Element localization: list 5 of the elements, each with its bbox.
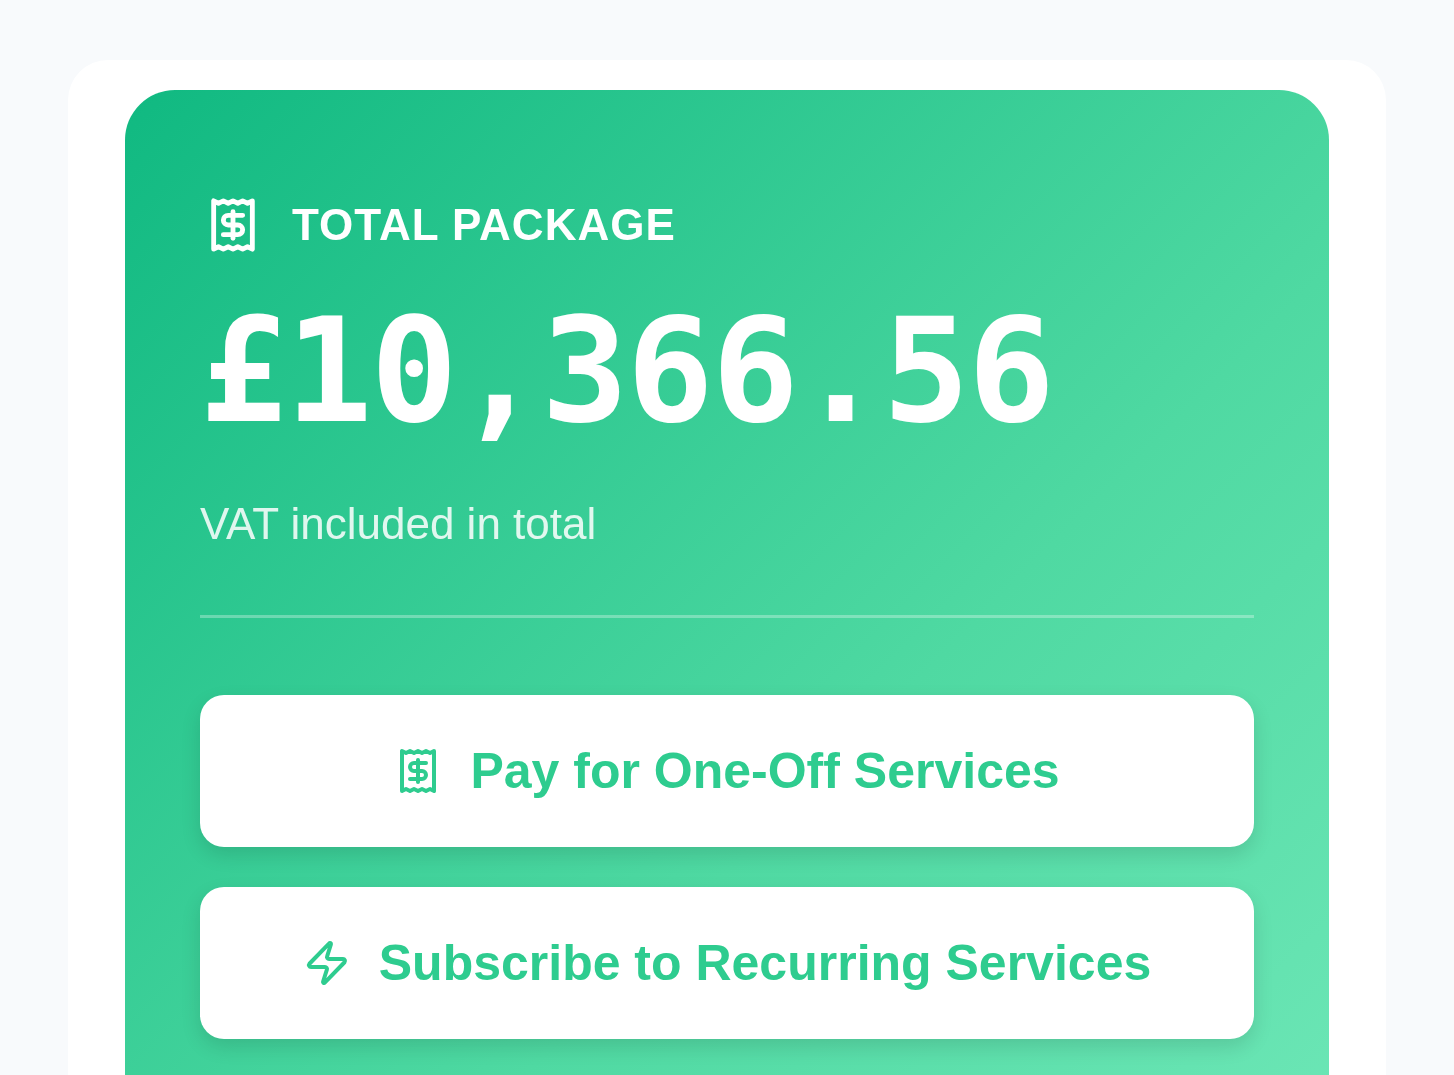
total-amount: £10,366.56: [200, 298, 1053, 443]
action-button[interactable]: Subscribe to Recurring Services: [200, 887, 1254, 1039]
action-button[interactable]: Pay for One-Off Services: [200, 695, 1254, 847]
card-label: TOTAL PACKAGE: [292, 199, 676, 251]
vat-note: VAT included in total: [200, 498, 597, 550]
